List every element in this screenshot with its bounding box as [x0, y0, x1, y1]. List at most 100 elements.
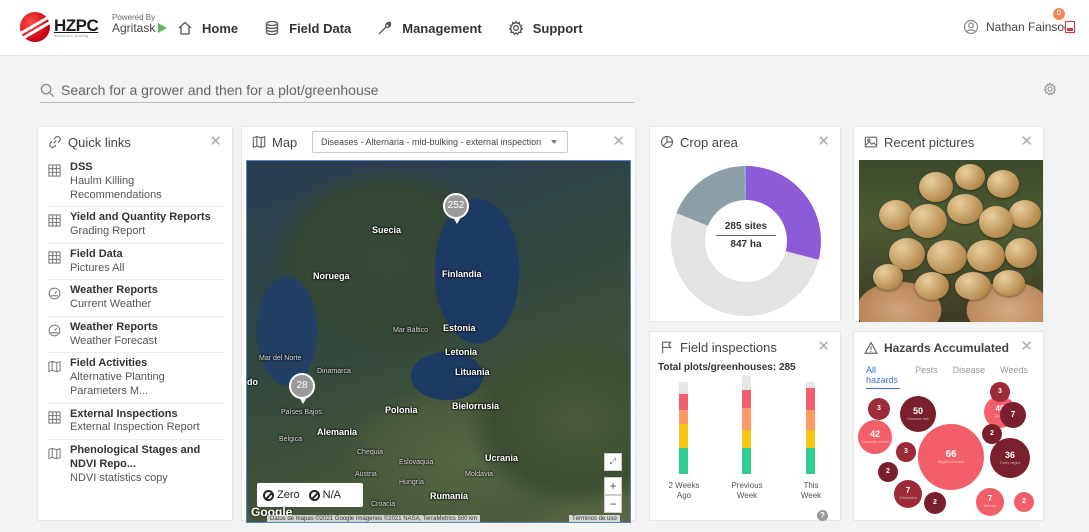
map-country-label: Rumanía — [430, 491, 469, 501]
map-country-label: Alemania — [317, 427, 358, 437]
map-country-label: do — [247, 377, 258, 387]
top-bar: HZPC leaves you growing Powered By Agrit… — [0, 0, 1089, 56]
potato-shape — [1005, 238, 1037, 268]
hazard-bubble[interactable]: 36 Early blight — [990, 438, 1030, 478]
quick-link-subtitle: NDVI statistics copy — [70, 471, 168, 484]
quick-link-title: Field Data — [70, 247, 123, 260]
pie-chart-icon — [660, 135, 674, 149]
inspection-bar-segment — [679, 394, 688, 410]
potato-shape — [955, 164, 985, 190]
close-icon[interactable]: ✕ — [612, 134, 625, 149]
hazard-bubble[interactable]: 7 — [1000, 402, 1026, 428]
quick-link-item[interactable]: Weather Reports Current Weather — [48, 280, 224, 317]
nav-field-data[interactable]: Field Data — [264, 20, 351, 36]
search-icon — [40, 83, 55, 97]
potato-shape — [987, 170, 1019, 198]
hazard-bubble[interactable]: 2 — [924, 492, 946, 514]
nav-home[interactable]: Home — [177, 20, 238, 36]
recent-pictures-title: Recent pictures — [884, 134, 975, 150]
hazard-bubble[interactable]: 3 — [990, 382, 1010, 402]
hazard-bubble-label: Colorado beetle — [860, 438, 890, 444]
zoom-out-button[interactable]: − — [604, 495, 622, 513]
hazard-bubble[interactable]: 2 — [982, 424, 1002, 444]
quick-link-item[interactable]: Yield and Quantity Reports Grading Report — [48, 207, 224, 244]
quick-link-item[interactable]: Weather Reports Weather Forecast — [48, 317, 224, 354]
close-icon[interactable]: ✕ — [817, 134, 830, 149]
user-menu[interactable]: Nathan Fainsod — [963, 19, 1071, 35]
quick-link-item[interactable]: External Inspections External Inspection … — [48, 404, 224, 440]
close-icon[interactable]: ✕ — [1020, 339, 1033, 354]
map-terms-link[interactable]: Términos de uso — [569, 515, 620, 522]
inspection-bar[interactable] — [679, 382, 688, 474]
map-country-label: Letonia — [445, 347, 478, 357]
nav-support[interactable]: Support — [508, 20, 583, 36]
agritask-label: Agritask — [112, 21, 156, 35]
hzpc-logo[interactable]: HZPC leaves you growing — [20, 12, 99, 42]
hazard-bubble[interactable]: 7 Weeds — [976, 488, 1004, 516]
notification-badge[interactable]: 0 — [1053, 8, 1065, 20]
hazard-bubble-value: 2 — [886, 468, 890, 476]
close-icon[interactable]: ✕ — [209, 134, 222, 149]
potato-shape — [1009, 200, 1041, 228]
recent-picture-potatoes[interactable] — [859, 160, 1043, 322]
inspection-bar[interactable] — [806, 382, 815, 474]
hazard-bubble-value: 7 — [1010, 409, 1016, 419]
nav-support-label: Support — [532, 20, 583, 36]
hazard-bubble[interactable]: 2 — [878, 462, 898, 482]
hazard-bubble-label: Early blight — [1000, 459, 1020, 465]
dashboard-settings-button[interactable] — [1043, 82, 1057, 96]
inspection-x-label: This Week — [800, 481, 822, 500]
quick-link-subtitle: Haulm Killing Recommendations — [70, 174, 162, 201]
map-canvas[interactable]: Croacia Rumanía Hungría Moldavia Austria Eslo… — [246, 160, 631, 523]
hazard-bubble[interactable]: 2 — [1014, 492, 1034, 512]
hazard-bubble[interactable]: 3 — [868, 398, 890, 420]
crop-area-donut: 285 sites 847 ha — [666, 161, 826, 321]
hazard-bubble-label: Wireworm — [899, 495, 917, 501]
search-input[interactable] — [61, 82, 621, 98]
field-inspections-title: Field inspections — [680, 339, 777, 355]
map-cluster-marker[interactable]: 28 — [289, 373, 315, 404]
inspection-bar[interactable] — [742, 376, 751, 474]
nav-home-label: Home — [202, 20, 239, 36]
pdf-export-icon[interactable] — [1065, 21, 1075, 33]
inspection-bar-segment — [742, 408, 751, 430]
map-country-label: Estonia — [443, 323, 476, 333]
quick-link-item[interactable]: Field Data Pictures All — [48, 244, 224, 281]
quick-links-list: DSS Haulm Killing Recommendations Yield an… — [38, 157, 232, 489]
grower-search — [40, 78, 634, 103]
help-icon[interactable]: ? — [817, 510, 828, 521]
close-icon[interactable]: ✕ — [1020, 134, 1033, 149]
close-icon[interactable]: ✕ — [817, 339, 830, 354]
hazard-bubble[interactable]: 66 Blight Infection — [918, 424, 984, 490]
tab-all-hazards[interactable]: All hazards — [866, 365, 901, 389]
hazard-bubble[interactable]: 42 Colorado beetle — [858, 420, 892, 454]
tab-disease[interactable]: Disease — [953, 365, 986, 389]
quick-link-item[interactable]: Phenological Stages and NDVI Repo... NDVI… — [48, 440, 224, 489]
nav-management[interactable]: Management — [377, 20, 482, 36]
quick-link-title: Phenological Stages and NDVI Repo... — [70, 444, 201, 470]
potato-shape — [927, 240, 967, 274]
quick-link-title: Weather Reports — [70, 320, 158, 333]
chevron-down-icon — [551, 140, 557, 144]
hazard-bubble[interactable]: 3 — [896, 442, 916, 462]
map-layer-select[interactable]: Diseases - Alternaria - mid-bulking - ex… — [312, 131, 568, 153]
map-country-label: Finlandia — [442, 269, 482, 279]
crop-area-card: Crop area ✕ 285 sites 847 ha — [649, 126, 841, 322]
tab-pests[interactable]: Pests — [915, 365, 938, 389]
hazards-card: Hazards Accumulated ✕ All hazards Pests … — [853, 331, 1044, 521]
quick-link-item[interactable]: Field Activities Alternative Planting Par… — [48, 353, 224, 404]
inspection-bar-segment — [742, 448, 751, 474]
quick-link-item[interactable]: DSS Haulm Killing Recommendations — [48, 157, 224, 208]
map-icon — [48, 444, 70, 485]
main-nav: Home Field Data Management Support — [177, 0, 609, 56]
quick-link-title: Yield and Quantity Reports — [70, 211, 211, 224]
map-country-label: Mar Báltico — [393, 327, 429, 334]
speedometer-icon — [48, 321, 70, 349]
warning-icon — [864, 341, 878, 354]
zoom-in-button[interactable]: + — [604, 477, 622, 495]
hazard-bubble[interactable]: 50 Disease risk — [900, 396, 936, 432]
hazard-bubble-value: 2 — [1022, 498, 1026, 506]
fullscreen-button[interactable]: ⤢ — [604, 453, 622, 471]
map-cluster-marker[interactable]: 252 — [443, 193, 469, 224]
hazard-bubble[interactable]: 7 Wireworm — [894, 480, 922, 508]
